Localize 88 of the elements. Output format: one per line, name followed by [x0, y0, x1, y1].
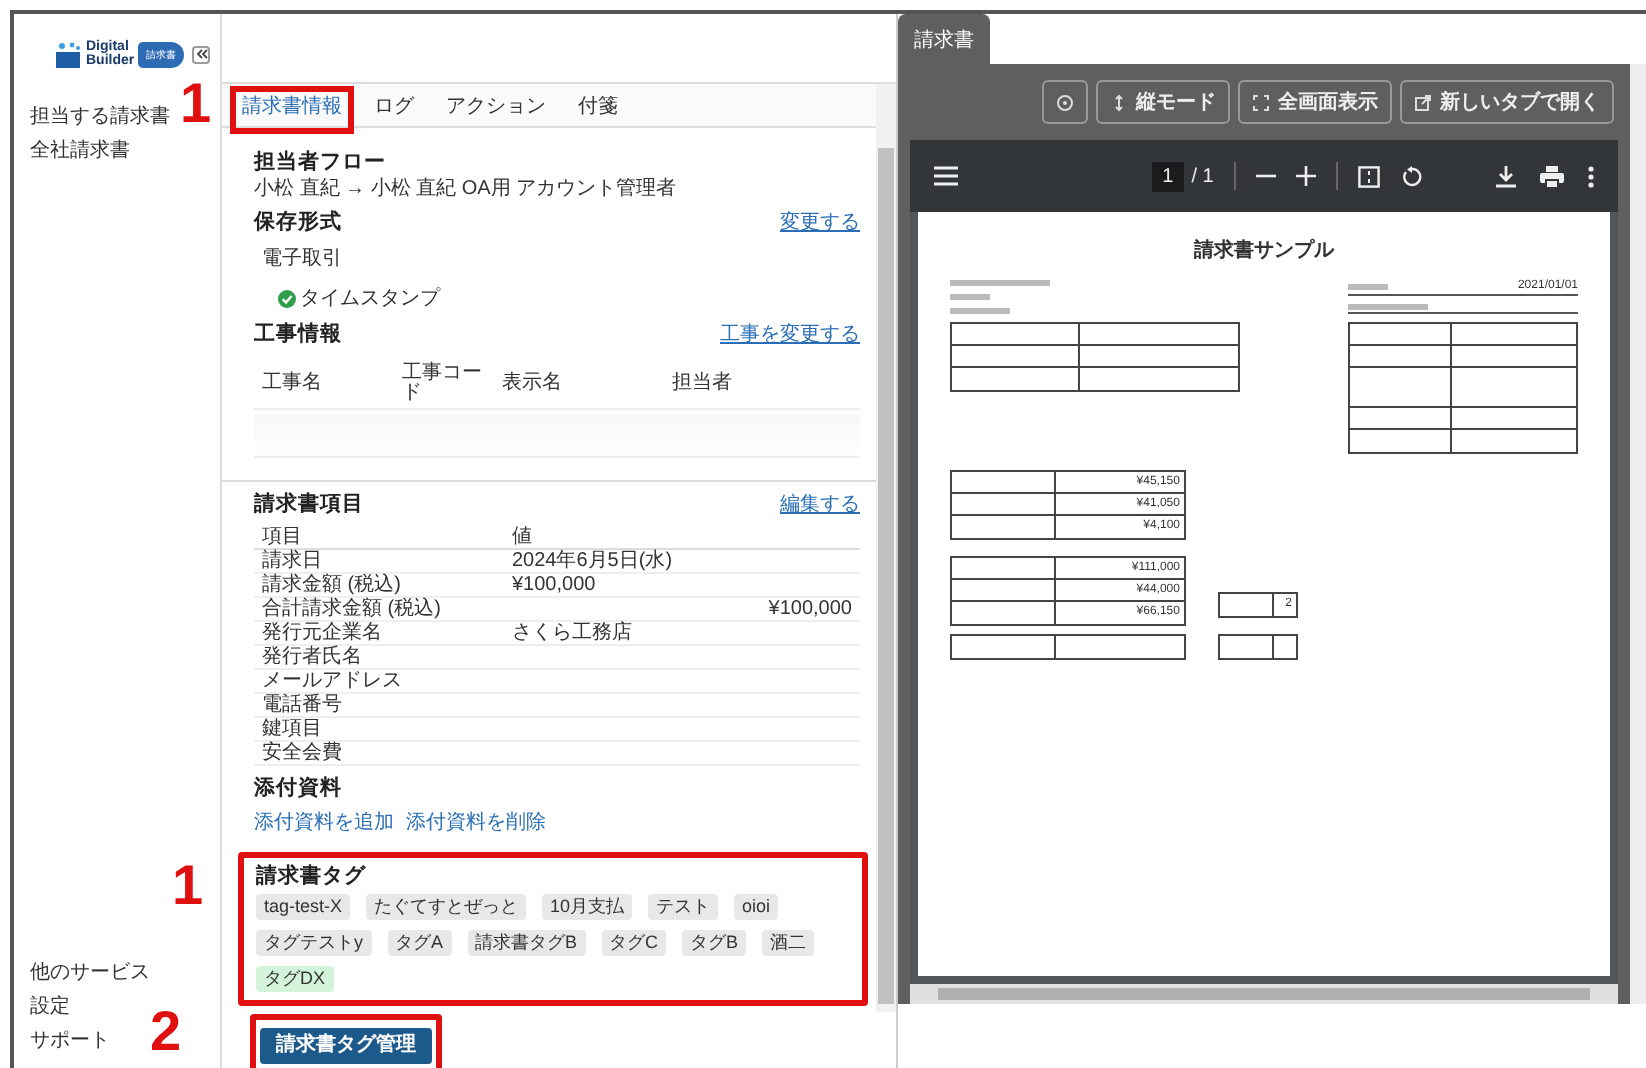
scrollbar[interactable]	[910, 984, 1618, 1004]
document-title: 請求書サンプル	[1191, 236, 1337, 264]
tag: tag-test-X	[256, 894, 351, 920]
sidebar-item[interactable]: 全社請求書	[30, 140, 130, 162]
tag: タグB	[682, 930, 747, 956]
up-down-arrow-icon	[1110, 93, 1128, 111]
section-title: 工事情報	[254, 320, 342, 348]
info-button[interactable]	[1042, 80, 1088, 124]
scrollbar[interactable]	[1630, 64, 1646, 1004]
table-cell-text: 発行元企業名	[262, 622, 384, 644]
tag: タグDX	[256, 966, 334, 992]
text-line	[950, 280, 1050, 286]
download-icon	[1496, 165, 1516, 187]
more-icon	[1588, 165, 1594, 187]
tag: タグC	[601, 930, 667, 956]
tab[interactable]: アクション	[442, 93, 550, 125]
print-icon	[1540, 165, 1564, 187]
timestamp-label: タイムスタンプ	[300, 285, 440, 312]
page-count: / 1	[1191, 165, 1214, 187]
section-title: 担当者フロー	[254, 148, 386, 176]
sidebar-item[interactable]: 設定	[30, 996, 70, 1018]
table-cell-text: ¥100,000	[766, 598, 852, 620]
step-number: 1	[172, 858, 204, 914]
text-line	[1348, 283, 1388, 289]
table-cell-text: 2024年6月5日(水)	[512, 550, 675, 572]
tag: たぐてすとぜっと	[366, 894, 527, 920]
sidebar-item[interactable]: 担当する請求書	[30, 106, 170, 128]
attachment-link[interactable]: 添付資料を追加	[254, 808, 394, 836]
table-cell-text: 合計請求金額 (税込)	[262, 598, 443, 620]
tag: 酒二	[762, 930, 815, 956]
section-title: 保存形式	[254, 208, 342, 236]
menu-icon	[934, 166, 958, 186]
step-number: 1	[180, 76, 212, 132]
step-number: 2	[150, 1004, 182, 1060]
table-cell-text: ¥100,000	[512, 574, 598, 596]
fit-page-icon	[1357, 165, 1380, 187]
tag-manage-button[interactable]: 請求書タグ管理	[260, 1028, 432, 1064]
attachment-link[interactable]: 添付資料を削除	[406, 808, 546, 836]
section-title: 添付資料	[254, 774, 342, 802]
table-cell-text: 鍵項目	[262, 718, 324, 740]
tab[interactable]: 請求書	[898, 14, 990, 66]
table-cell-text: さくら工務店	[512, 622, 634, 644]
collapse-button[interactable]	[192, 45, 211, 63]
column-header: 担当者	[672, 374, 732, 394]
storage-value: 電子取引	[260, 246, 344, 272]
external-link-icon	[1414, 93, 1432, 111]
table-cell-text: 安全会費	[262, 742, 344, 764]
tag: タグテストy	[256, 930, 371, 956]
tab[interactable]: 付箋	[574, 93, 622, 125]
tag: 請求書タグB	[467, 930, 586, 956]
tag: 10月支払	[542, 894, 633, 920]
new-tab-button[interactable]: 新しいタブで開く	[1400, 80, 1614, 124]
table-cell-text: 請求日	[262, 550, 324, 572]
collapse-icon	[195, 48, 208, 60]
fullscreen-icon	[1252, 93, 1270, 111]
table-cell-text: メールアドレス	[262, 670, 404, 692]
column-header: 表示名	[502, 374, 562, 394]
tag: テスト	[648, 894, 719, 920]
section-title: 請求書項目	[254, 490, 364, 518]
text-line	[950, 294, 990, 300]
info-icon	[1056, 93, 1074, 111]
logo-mark-icon	[54, 40, 82, 68]
column-header: 工事コード	[402, 364, 484, 404]
tab[interactable]: ログ	[370, 93, 418, 125]
flow-text: 小松 直紀 → 小松 直紀 OA用 アカウント管理者	[254, 178, 679, 200]
table-cell-text: 電話番号	[262, 694, 344, 716]
column-header: 値	[512, 526, 534, 548]
column-header: 項目	[262, 526, 304, 548]
text-line	[1348, 304, 1428, 310]
tag: oioi	[734, 894, 779, 920]
table-cell-text: 請求金額 (税込)	[262, 574, 403, 596]
scrollbar[interactable]	[876, 84, 896, 1012]
table-cell-text: 発行者氏名	[262, 646, 364, 668]
edit-link[interactable]: 工事を変更する	[720, 320, 860, 348]
column-header: 工事名	[262, 374, 322, 394]
sidebar-item[interactable]: 他のサービス	[30, 962, 150, 984]
tag: タグA	[387, 930, 452, 956]
zoom-in-icon	[1295, 166, 1316, 186]
sidebar-item[interactable]: サポート	[30, 1030, 110, 1052]
fullscreen-button[interactable]: 全画面表示	[1238, 80, 1392, 124]
page-field[interactable]: 1	[1152, 161, 1184, 191]
vertical-mode-button[interactable]: 縦モード	[1096, 80, 1230, 124]
text-line	[950, 308, 1010, 314]
section-title: 請求書タグ	[256, 862, 368, 890]
edit-link[interactable]: 編集する	[780, 490, 860, 518]
document-table	[1218, 634, 1298, 660]
edit-link[interactable]: 変更する	[780, 208, 860, 236]
rotate-icon	[1399, 165, 1422, 187]
